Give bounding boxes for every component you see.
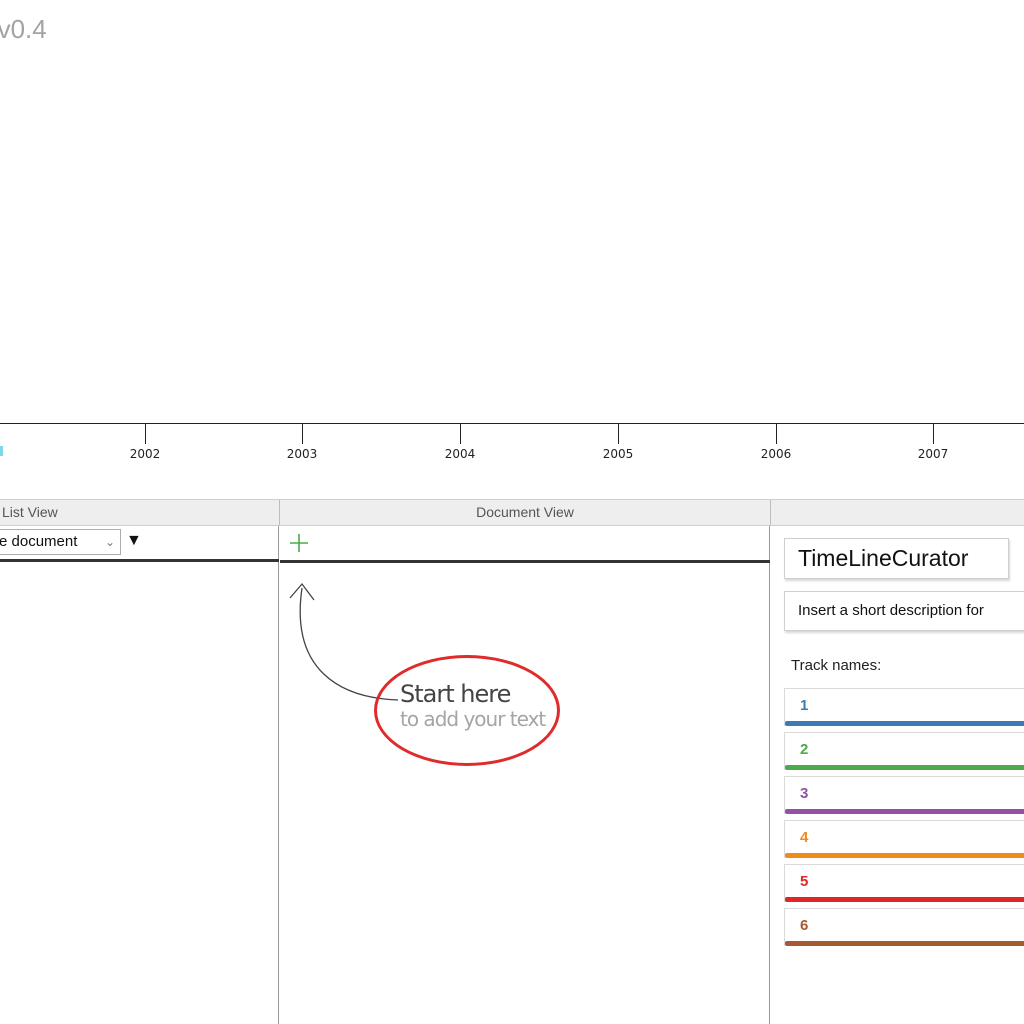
track-name-field[interactable]: 3 [784,776,1024,814]
timeline[interactable]: 2002 2003 2004 2005 2006 2007 [0,0,1024,498]
sort-arrow-icon[interactable]: ▼ [126,532,142,550]
track-number: 5 [800,873,809,890]
timeline-tick-label: 2002 [129,447,161,461]
track-color-bar [785,809,1024,814]
list-view-header: List View [0,499,279,526]
timeline-tick-label: 2007 [917,447,949,461]
track-number: 3 [800,785,809,802]
document-select[interactable]: e document ⌄ [0,529,121,555]
track-color-bar [785,941,1024,946]
document-view-divider [280,560,770,563]
timeline-tick-label: 2005 [602,447,634,461]
track-number: 4 [800,829,809,846]
document-view-header: Document View [279,499,770,526]
timeline-tick-stub [0,446,3,456]
track-name-field[interactable]: 5 [784,864,1024,902]
panel-divider[interactable] [769,526,770,1024]
track-name-field[interactable]: 4 [784,820,1024,858]
timeline-tick [302,424,303,444]
track-number: 1 [800,697,809,714]
timeline-tick [776,424,777,444]
chevron-down-icon: ⌄ [104,535,115,549]
track-name-field[interactable]: 1 [784,688,1024,726]
timeline-tick [145,424,146,444]
list-view-divider [0,559,279,562]
timeline-tick [618,424,619,444]
project-description-field[interactable]: Insert a short description for [784,591,1024,631]
track-names-label: Track names: [791,657,882,674]
document-select-value: e document [0,533,78,550]
timeline-tick-label: 2003 [286,447,318,461]
track-name-field[interactable]: 2 [784,732,1024,770]
track-color-bar [785,765,1024,770]
track-name-field[interactable]: 6 [784,908,1024,946]
project-title-field[interactable]: TimeLineCurator [784,538,1009,579]
timeline-tick-label: 2006 [760,447,792,461]
hint-subtitle: to add your text [400,707,546,731]
project-panel-header [770,499,1024,526]
track-number: 6 [800,917,809,934]
track-number: 2 [800,741,809,758]
track-color-bar [785,897,1024,902]
timeline-tick [460,424,461,444]
track-color-bar [785,853,1024,858]
track-color-bar [785,721,1024,726]
panel-divider[interactable] [278,526,279,1024]
timeline-tick-label: 2004 [444,447,476,461]
hint-title: Start here [400,680,511,708]
timeline-tick [933,424,934,444]
timeline-axis [0,423,1024,424]
plus-icon[interactable] [287,531,311,555]
